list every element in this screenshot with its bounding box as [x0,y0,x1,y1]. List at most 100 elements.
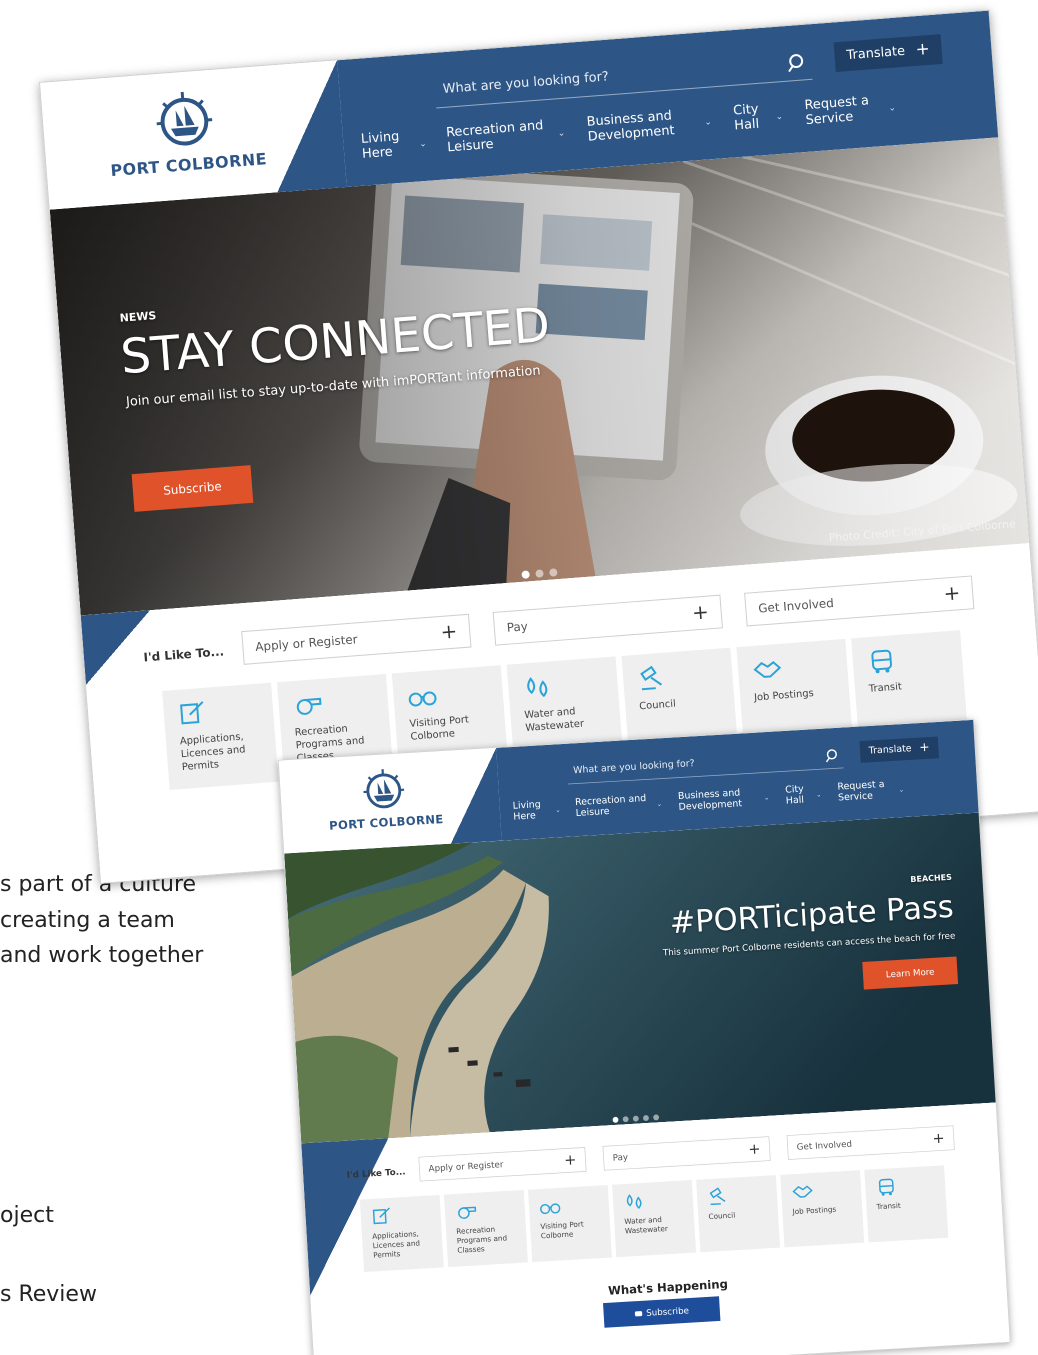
apply-register-dropdown[interactable]: Apply or Register + [418,1147,587,1182]
tile-water[interactable]: Water and Wastewater [612,1180,697,1258]
dropdown-label: Get Involved [796,1138,853,1153]
binoculars-icon [540,1203,561,1215]
get-involved-dropdown[interactable]: Get Involved + [786,1125,955,1160]
water-drops-icon [527,677,548,698]
nav-item-recreation[interactable]: Recreation and Leisure ⌄ [446,118,566,173]
hero-kicker: NEWS [119,309,157,325]
nav-item-city-hall[interactable]: City Hall ⌄ [733,102,784,151]
tile-label: Visiting Port Colborne [409,714,470,743]
whats-happening-subscribe-button[interactable]: Subscribe [603,1296,721,1328]
nav-item-request-service[interactable]: Request a Service ⌄ [804,93,896,145]
chevron-down-icon: ⌄ [763,794,770,802]
document-edit-icon [372,1207,390,1225]
search-input[interactable]: What are you looking for? [442,69,609,96]
nav-item-recreation[interactable]: Recreation and Leisure ⌄ [575,793,663,832]
pay-dropdown[interactable]: Pay + [492,594,723,646]
tile-label: Council [708,1211,736,1222]
tile-applications[interactable]: Applications, Licences and Permits [162,682,279,790]
background-text: oject [0,1203,54,1228]
quick-link-tiles: Applications, Licences and Permits Recre… [359,1165,949,1279]
dropdown-label: Pay [506,619,529,635]
water-drops-icon [626,1194,642,1209]
chevron-down-icon: ⌄ [775,111,784,123]
bus-icon [871,649,892,674]
whistle-icon [296,697,322,715]
tile-jobs[interactable]: Job Postings [780,1170,865,1248]
logo-wordmark: PORT COLBORNE [328,812,445,833]
tile-council[interactable]: Council [696,1175,781,1253]
tile-recreation[interactable]: Recreation Programs and Classes [443,1189,528,1268]
chevron-down-icon: ⌄ [418,139,428,150]
binoculars-icon [408,691,437,707]
tile-label: Water and Wastewater [624,1216,669,1236]
gavel-icon [640,665,663,691]
nav-item-living-here[interactable]: Living Here ⌄ [360,129,427,179]
tile-label: Applications, Licences and Permits [371,1230,421,1260]
search-icon[interactable] [825,748,840,763]
header-diagonal [267,60,347,193]
nav-label: Here [361,144,394,162]
background-text: s Review [0,1282,97,1307]
site-logo[interactable]: PORT COLBORNE [99,80,275,192]
pay-dropdown[interactable]: Pay + [602,1136,771,1171]
collage-canvas: { "background_text": { "line1": "ar", "l… [0,0,1038,1355]
carousel-dots [521,561,563,579]
whats-happening-heading: What's Happening [607,1276,729,1298]
site-logo[interactable]: PORT COLBORNE [321,761,448,841]
plus-icon: + [914,39,931,60]
get-involved-dropdown[interactable]: Get Involved + [744,575,975,627]
dropdown-label: Pay [612,1151,629,1163]
tile-label: Transit [868,681,903,695]
translate-button[interactable]: Translate + [859,736,940,763]
nav-label: Here [513,810,537,823]
section-diagonal [80,610,156,685]
envelope-icon [634,1311,642,1317]
ship-wheel-logo-icon [156,91,213,146]
translate-label: Translate [845,43,906,64]
ship-wheel-logo-icon [363,769,405,809]
hero-carousel[interactable]: BEACHES #PORTicipate Pass This summer Po… [284,812,998,1144]
i-like-to-label: I'd Like To... [143,644,225,665]
plus-icon: + [691,599,710,625]
nav-item-request-service[interactable]: Request a Service ⌄ [837,779,904,817]
bus-icon [878,1178,894,1196]
tile-label: Job Postings [792,1205,837,1217]
i-like-to-label: I'd Like To... [346,1166,406,1180]
tile-visiting[interactable]: Visiting Port Colborne [527,1185,612,1263]
background-text: and work together [0,943,204,968]
nav-label: Living [512,799,542,812]
plus-icon: + [918,739,931,756]
tile-label: Transit [876,1201,901,1212]
nav-item-business[interactable]: Business and Development ⌄ [678,787,770,826]
background-text: creating a team [0,908,175,933]
website-screenshot-full-page: PORT COLBORNE What are you looking for? … [278,719,1011,1355]
nav-item-living-here[interactable]: Living Here ⌄ [512,799,560,835]
search-input[interactable]: What are you looking for? [573,758,695,776]
learn-more-button[interactable]: Learn More [862,956,959,990]
tile-applications[interactable]: Applications, Licences and Permits [359,1194,444,1273]
chevron-down-icon: ⌄ [656,800,663,809]
nav-item-business[interactable]: Business and Development ⌄ [586,108,712,162]
hero-carousel[interactable]: NEWS STAY CONNECTED Join our email list … [49,137,1032,616]
plus-icon: + [439,618,459,644]
tile-label: Job Postings [753,688,815,704]
handshake-icon [792,1185,813,1198]
nav-label: Living [360,129,400,148]
tile-label: Water and Wastewater [524,706,585,734]
search-icon[interactable] [787,52,808,73]
logo-wordmark: PORT COLBORNE [109,149,268,181]
dropdown-label: Apply or Register [428,1159,504,1174]
nav-item-city-hall[interactable]: City Hall ⌄ [785,784,822,820]
tile-label: Recreation Programs and Classes [456,1225,508,1255]
button-label: Subscribe [645,1305,690,1319]
nav-label: Hall [785,794,805,807]
translate-label: Translate [868,743,912,757]
chevron-down-icon: ⌄ [557,128,566,139]
plus-icon: + [747,1139,761,1158]
tile-label: Applications, Licences and Permits [179,731,246,774]
tile-transit[interactable]: Transit [864,1165,949,1243]
header-diagonal [445,747,502,844]
apply-register-dropdown[interactable]: Apply or Register + [241,613,472,665]
plus-icon: + [931,1128,946,1147]
chevron-down-icon: ⌄ [888,103,897,114]
